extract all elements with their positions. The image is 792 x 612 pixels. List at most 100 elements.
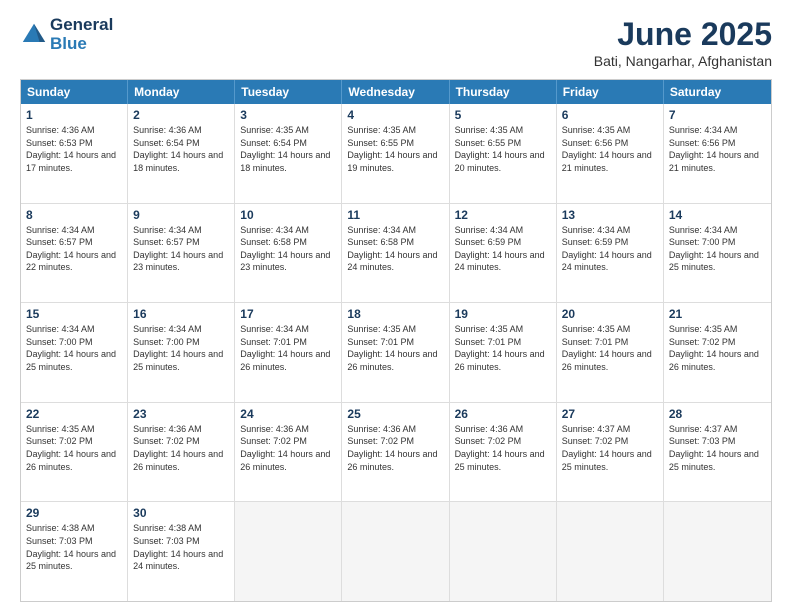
week-row-1: 8 Sunrise: 4:34 AMSunset: 6:57 PMDaylight… [21, 203, 771, 303]
day-number-25: 25 [347, 407, 443, 421]
day-cell-26: 26Sunrise: 4:36 AMSunset: 7:02 PMDayligh… [450, 403, 557, 502]
day-cell-17: 17 Sunrise: 4:34 AMSunset: 7:01 PMDayligh… [235, 303, 342, 402]
day-number-9: 9 [133, 208, 229, 222]
day-cell-8: 8 Sunrise: 4:34 AMSunset: 6:57 PMDaylight… [21, 204, 128, 303]
day-cell-3: 3 Sunrise: 4:35 AMSunset: 6:54 PMDaylight… [235, 104, 342, 203]
day-cell-11: 11Sunrise: 4:34 AMSunset: 6:58 PMDayligh… [342, 204, 449, 303]
header-monday: Monday [128, 80, 235, 104]
cell-info-14: Sunrise: 4:34 AMSunset: 7:00 PMDaylight:… [669, 224, 766, 274]
page: General Blue June 2025 Bati, Nangarhar, … [0, 0, 792, 612]
logo: General Blue [20, 16, 113, 53]
day-cell-12: 12 Sunrise: 4:34 AMSunset: 6:59 PMDayligh… [450, 204, 557, 303]
day-number-22: 22 [26, 407, 122, 421]
day-number-4: 4 [347, 108, 443, 122]
week-row-0: 1Sunrise: 4:36 AMSunset: 6:53 PMDaylight… [21, 104, 771, 203]
cell-info-3: Sunrise: 4:35 AMSunset: 6:54 PMDaylight:… [240, 124, 336, 174]
cell-info-8: Sunrise: 4:34 AMSunset: 6:57 PMDaylight:… [26, 224, 122, 274]
day-number-2: 2 [133, 108, 229, 122]
cell-info-6: Sunrise: 4:35 AMSunset: 6:56 PMDaylight:… [562, 124, 658, 174]
location: Bati, Nangarhar, Afghanistan [594, 53, 772, 69]
header: General Blue June 2025 Bati, Nangarhar, … [20, 16, 772, 69]
cell-info-7: Sunrise: 4:34 AMSunset: 6:56 PMDaylight:… [669, 124, 766, 174]
calendar: Sunday Monday Tuesday Wednesday Thursday… [20, 79, 772, 602]
cell-info-29: Sunrise: 4:38 AMSunset: 7:03 PMDaylight:… [26, 522, 122, 572]
header-wednesday: Wednesday [342, 80, 449, 104]
day-cell-5: 5Sunrise: 4:35 AMSunset: 6:55 PMDaylight… [450, 104, 557, 203]
empty-cell-w4-d2 [235, 502, 342, 601]
cell-info-13: Sunrise: 4:34 AMSunset: 6:59 PMDaylight:… [562, 224, 658, 274]
day-cell-27: 27 Sunrise: 4:37 AMSunset: 7:02 PMDayligh… [557, 403, 664, 502]
day-number-27: 27 [562, 407, 658, 421]
day-cell-19: 19 Sunrise: 4:35 AMSunset: 7:01 PMDayligh… [450, 303, 557, 402]
cell-info-25: Sunrise: 4:36 AMSunset: 7:02 PMDaylight:… [347, 423, 443, 473]
logo-icon [20, 21, 48, 49]
day-cell-2: 2Sunrise: 4:36 AMSunset: 6:54 PMDaylight… [128, 104, 235, 203]
cell-info-19: Sunrise: 4:35 AMSunset: 7:01 PMDaylight:… [455, 323, 551, 373]
day-cell-7: 7 Sunrise: 4:34 AMSunset: 6:56 PMDaylight… [664, 104, 771, 203]
cell-info-15: Sunrise: 4:34 AMSunset: 7:00 PMDaylight:… [26, 323, 122, 373]
cell-info-16: Sunrise: 4:34 AMSunset: 7:00 PMDaylight:… [133, 323, 229, 373]
day-cell-9: 9 Sunrise: 4:34 AMSunset: 6:57 PMDaylight… [128, 204, 235, 303]
day-cell-4: 4Sunrise: 4:35 AMSunset: 6:55 PMDaylight… [342, 104, 449, 203]
day-cell-1: 1Sunrise: 4:36 AMSunset: 6:53 PMDaylight… [21, 104, 128, 203]
empty-cell-w4-d3 [342, 502, 449, 601]
day-number-30: 30 [133, 506, 229, 520]
day-cell-16: 16Sunrise: 4:34 AMSunset: 7:00 PMDayligh… [128, 303, 235, 402]
day-number-1: 1 [26, 108, 122, 122]
calendar-header: Sunday Monday Tuesday Wednesday Thursday… [21, 80, 771, 104]
day-number-12: 12 [455, 208, 551, 222]
day-cell-21: 21Sunrise: 4:35 AMSunset: 7:02 PMDayligh… [664, 303, 771, 402]
day-cell-6: 6Sunrise: 4:35 AMSunset: 6:56 PMDaylight… [557, 104, 664, 203]
day-number-8: 8 [26, 208, 122, 222]
header-sunday: Sunday [21, 80, 128, 104]
cell-info-22: Sunrise: 4:35 AMSunset: 7:02 PMDaylight:… [26, 423, 122, 473]
day-number-7: 7 [669, 108, 766, 122]
cell-info-30: Sunrise: 4:38 AMSunset: 7:03 PMDaylight:… [133, 522, 229, 572]
day-cell-13: 13Sunrise: 4:34 AMSunset: 6:59 PMDayligh… [557, 204, 664, 303]
cell-info-28: Sunrise: 4:37 AMSunset: 7:03 PMDaylight:… [669, 423, 766, 473]
logo-general: General [50, 16, 113, 35]
day-cell-30: 30 Sunrise: 4:38 AMSunset: 7:03 PMDayligh… [128, 502, 235, 601]
day-number-5: 5 [455, 108, 551, 122]
day-number-18: 18 [347, 307, 443, 321]
header-saturday: Saturday [664, 80, 771, 104]
empty-cell-w4-d5 [557, 502, 664, 601]
day-number-15: 15 [26, 307, 122, 321]
day-number-19: 19 [455, 307, 551, 321]
day-cell-20: 20 Sunrise: 4:35 AMSunset: 7:01 PMDayligh… [557, 303, 664, 402]
header-friday: Friday [557, 80, 664, 104]
day-cell-15: 15 Sunrise: 4:34 AMSunset: 7:00 PMDayligh… [21, 303, 128, 402]
day-number-10: 10 [240, 208, 336, 222]
week-row-4: 29 Sunrise: 4:38 AMSunset: 7:03 PMDayligh… [21, 501, 771, 601]
day-number-23: 23 [133, 407, 229, 421]
day-cell-23: 23 Sunrise: 4:36 AMSunset: 7:02 PMDayligh… [128, 403, 235, 502]
day-number-11: 11 [347, 208, 443, 222]
cell-info-9: Sunrise: 4:34 AMSunset: 6:57 PMDaylight:… [133, 224, 229, 274]
day-cell-25: 25 Sunrise: 4:36 AMSunset: 7:02 PMDayligh… [342, 403, 449, 502]
cell-info-21: Sunrise: 4:35 AMSunset: 7:02 PMDaylight:… [669, 323, 766, 373]
cell-info-20: Sunrise: 4:35 AMSunset: 7:01 PMDaylight:… [562, 323, 658, 373]
day-cell-22: 22 Sunrise: 4:35 AMSunset: 7:02 PMDayligh… [21, 403, 128, 502]
week-row-3: 22 Sunrise: 4:35 AMSunset: 7:02 PMDayligh… [21, 402, 771, 502]
cell-info-17: Sunrise: 4:34 AMSunset: 7:01 PMDaylight:… [240, 323, 336, 373]
header-tuesday: Tuesday [235, 80, 342, 104]
empty-cell-w4-d6 [664, 502, 771, 601]
cell-info-18: Sunrise: 4:35 AMSunset: 7:01 PMDaylight:… [347, 323, 443, 373]
day-cell-24: 24 Sunrise: 4:36 AMSunset: 7:02 PMDayligh… [235, 403, 342, 502]
day-number-14: 14 [669, 208, 766, 222]
cell-info-24: Sunrise: 4:36 AMSunset: 7:02 PMDaylight:… [240, 423, 336, 473]
header-thursday: Thursday [450, 80, 557, 104]
day-number-24: 24 [240, 407, 336, 421]
cell-info-27: Sunrise: 4:37 AMSunset: 7:02 PMDaylight:… [562, 423, 658, 473]
day-number-20: 20 [562, 307, 658, 321]
day-number-17: 17 [240, 307, 336, 321]
month-title: June 2025 [594, 16, 772, 53]
day-number-29: 29 [26, 506, 122, 520]
day-cell-10: 10 Sunrise: 4:34 AMSunset: 6:58 PMDayligh… [235, 204, 342, 303]
cell-info-10: Sunrise: 4:34 AMSunset: 6:58 PMDaylight:… [240, 224, 336, 274]
cell-info-23: Sunrise: 4:36 AMSunset: 7:02 PMDaylight:… [133, 423, 229, 473]
cell-info-12: Sunrise: 4:34 AMSunset: 6:59 PMDaylight:… [455, 224, 551, 274]
week-row-2: 15 Sunrise: 4:34 AMSunset: 7:00 PMDayligh… [21, 302, 771, 402]
title-block: June 2025 Bati, Nangarhar, Afghanistan [594, 16, 772, 69]
day-number-3: 3 [240, 108, 336, 122]
